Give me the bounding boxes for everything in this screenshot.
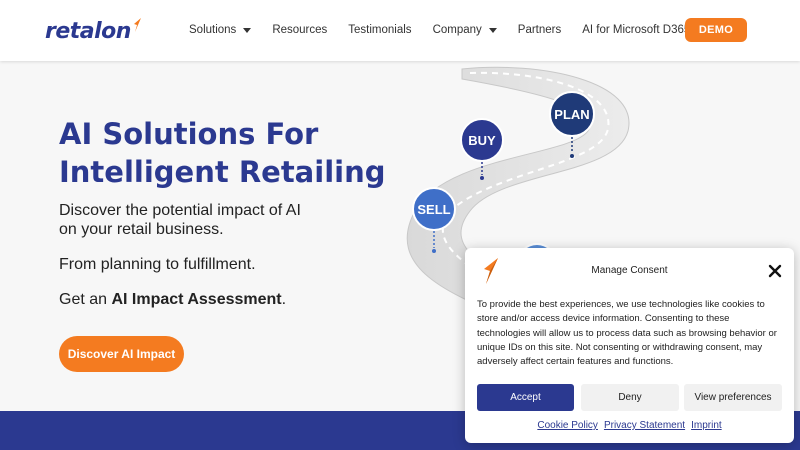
cookie-policy-link[interactable]: Cookie Policy bbox=[537, 420, 598, 431]
logo-arrow-icon bbox=[133, 18, 141, 32]
accept-button[interactable]: Accept bbox=[477, 384, 574, 411]
road-stop-label: BUY bbox=[468, 133, 496, 148]
chevron-down-icon bbox=[488, 27, 497, 33]
nav-item-testimonials[interactable]: Testimonials bbox=[348, 24, 411, 36]
nav-item-solutions[interactable]: Solutions bbox=[189, 24, 252, 36]
privacy-statement-link[interactable]: Privacy Statement bbox=[604, 420, 685, 431]
nav-item-resources[interactable]: Resources bbox=[272, 24, 327, 36]
road-stop-label: PLAN bbox=[554, 107, 589, 122]
consent-links: Cookie Policy Privacy Statement Imprint bbox=[465, 420, 794, 431]
view-preferences-button[interactable]: View preferences bbox=[684, 384, 782, 411]
nav-item-label: Testimonials bbox=[348, 24, 412, 36]
retalon-logo[interactable]: retalon bbox=[45, 16, 142, 46]
demo-button[interactable]: DEMO bbox=[685, 18, 747, 42]
assessment-prefix: Get an bbox=[59, 291, 112, 308]
deny-button[interactable]: Deny bbox=[581, 384, 679, 411]
nav-item-label: Company bbox=[432, 24, 482, 36]
consent-message: To provide the best experiences, we use … bbox=[477, 299, 777, 368]
consent-title: Manage Consent bbox=[591, 265, 668, 276]
hero-subline: From planning to fulfillment. bbox=[59, 256, 256, 273]
hero-title: AI Solutions For Intelligent Retailing bbox=[59, 117, 386, 189]
nav-item-label: Solutions bbox=[189, 24, 237, 36]
nav-item-ai-d365[interactable]: AI for Microsoft D365 bbox=[582, 24, 690, 36]
chevron-down-icon bbox=[243, 27, 252, 33]
site-header: retalon Solutions Resources Testimonials… bbox=[0, 0, 800, 61]
nav-item-partners[interactable]: Partners bbox=[518, 24, 561, 36]
road-stop-label: SELL bbox=[417, 202, 450, 217]
nav-item-company[interactable]: Company bbox=[433, 24, 497, 36]
main-nav: Solutions Resources Testimonials Company… bbox=[189, 24, 711, 36]
assessment-suffix: . bbox=[281, 291, 287, 308]
hero-description: Discover the potential impact of AI on y… bbox=[59, 202, 301, 238]
consent-dialog: Manage Consent To provide the best exper… bbox=[465, 248, 794, 443]
assessment-highlight: AI Impact Assessment bbox=[111, 291, 282, 308]
nav-item-label: AI for Microsoft D365 bbox=[582, 24, 691, 36]
logo-text: retalon bbox=[45, 18, 131, 44]
nav-item-label: Partners bbox=[517, 24, 562, 36]
hero-assessment-line: Get an AI Impact Assessment. bbox=[59, 291, 286, 309]
close-icon[interactable] bbox=[768, 264, 782, 278]
discover-ai-impact-button[interactable]: Discover AI Impact bbox=[59, 336, 184, 372]
nav-item-label: Resources bbox=[272, 24, 328, 36]
imprint-link[interactable]: Imprint bbox=[691, 420, 722, 431]
